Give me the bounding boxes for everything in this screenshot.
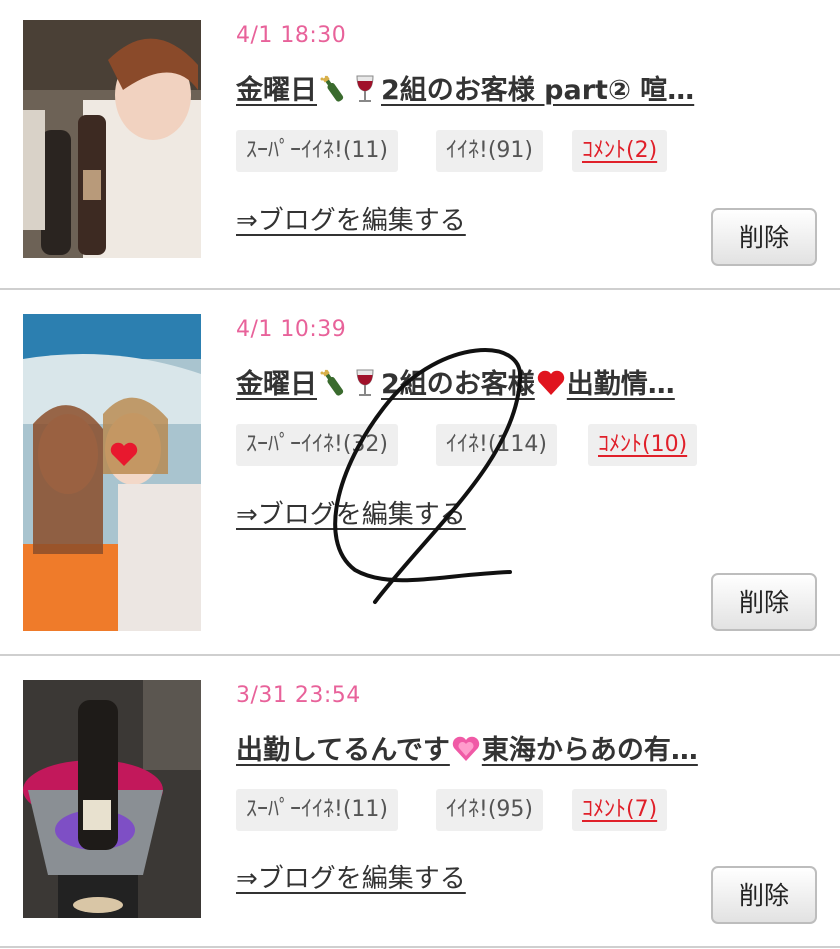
- blog-entry: 4/1 10:39 金曜日 2組のお客様 出勤情… ｽｰﾊﾟｰｲｲﾈ!(32) ｲｲ…: [0, 290, 840, 655]
- wine-glass-icon: [356, 75, 374, 102]
- comment-link[interactable]: ｺﾒﾝﾄ(7): [572, 789, 668, 831]
- title-text-b: 2組のお客様: [381, 369, 535, 400]
- comment-link[interactable]: ｺﾒﾝﾄ(10): [588, 424, 698, 466]
- wine-glass-icon: [356, 369, 374, 396]
- entry-thumbnail[interactable]: [23, 20, 201, 258]
- blog-entry: 4/1 18:30 金曜日 2組のお客様 part② 喧… ｽｰﾊﾟｰｲｲﾈ!(1…: [0, 0, 840, 290]
- like-badge[interactable]: ｲｲﾈ!(95): [436, 789, 543, 831]
- title-text-b: 東海からあの有…: [481, 735, 698, 766]
- entry-date: 3/31 23:54: [236, 683, 361, 708]
- title-text-a: 金曜日: [236, 369, 317, 400]
- pink-heart-icon: [452, 736, 480, 761]
- super-like-badge[interactable]: ｽｰﾊﾟｰｲｲﾈ!(32): [236, 424, 398, 466]
- champagne-icon: [320, 369, 344, 396]
- delete-button[interactable]: 削除: [711, 208, 817, 266]
- title-text-a: 出勤してるんです: [236, 735, 450, 766]
- entry-title-link[interactable]: 金曜日 2組のお客様 part② 喧…: [236, 68, 826, 107]
- entry-date: 4/1 18:30: [236, 23, 347, 48]
- edit-blog-link[interactable]: ⇒ブログを編集する: [236, 200, 466, 237]
- entry-title-link[interactable]: 出勤してるんです 東海からあの有…: [236, 728, 826, 767]
- blog-entry: 3/31 23:54 出勤してるんです 東海からあの有… ｽｰﾊﾟｰｲｲﾈ!(11…: [0, 656, 840, 949]
- entry-thumbnail[interactable]: [23, 680, 201, 918]
- like-badge[interactable]: ｲｲﾈ!(114): [436, 424, 557, 466]
- edit-blog-link[interactable]: ⇒ブログを編集する: [236, 858, 466, 895]
- entry-divider: [0, 946, 840, 948]
- super-like-badge[interactable]: ｽｰﾊﾟｰｲｲﾈ!(11): [236, 130, 398, 172]
- edit-blog-link[interactable]: ⇒ブログを編集する: [236, 494, 466, 531]
- delete-button[interactable]: 削除: [711, 866, 817, 924]
- red-heart-icon: [537, 370, 565, 395]
- comment-link[interactable]: ｺﾒﾝﾄ(2): [572, 130, 668, 172]
- like-badge[interactable]: ｲｲﾈ!(91): [436, 130, 543, 172]
- entry-date: 4/1 10:39: [236, 317, 347, 342]
- super-like-badge[interactable]: ｽｰﾊﾟｰｲｲﾈ!(11): [236, 789, 398, 831]
- title-text-b: 2組のお客様 part② 喧…: [381, 75, 695, 106]
- delete-button[interactable]: 削除: [711, 573, 817, 631]
- title-text-a: 金曜日: [236, 75, 317, 106]
- title-text-c: 出勤情…: [566, 369, 675, 400]
- entry-title-link[interactable]: 金曜日 2組のお客様 出勤情…: [236, 362, 826, 401]
- entry-thumbnail[interactable]: [23, 314, 201, 631]
- champagne-icon: [320, 75, 344, 102]
